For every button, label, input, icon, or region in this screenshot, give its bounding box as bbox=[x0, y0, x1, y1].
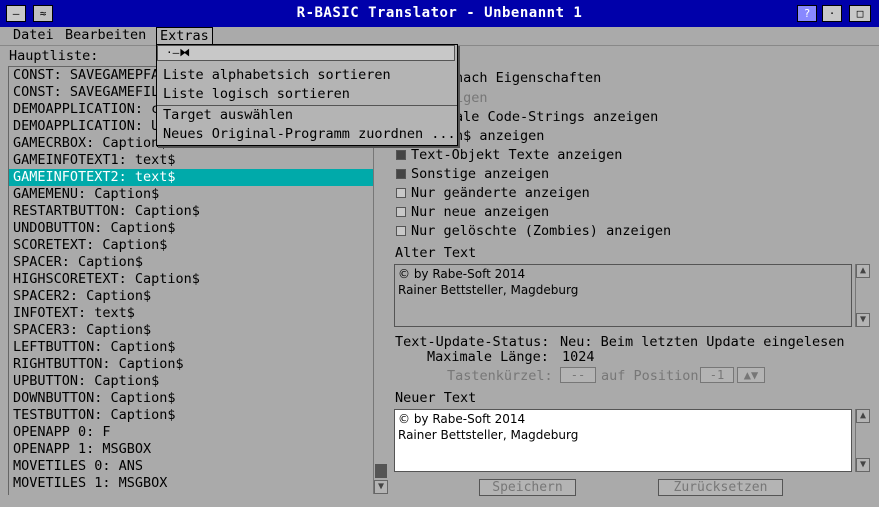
scroll-up-icon[interactable]: ▲ bbox=[856, 409, 870, 423]
window-title: R-BASIC Translator - Unbenannt 1 bbox=[296, 5, 583, 21]
option-hidden-2: igen bbox=[455, 90, 488, 106]
checkbox-unchecked-icon[interactable] bbox=[396, 188, 406, 198]
dropdown-pin-bar[interactable]: ·—⧓ bbox=[157, 45, 455, 61]
list-item[interactable]: MOVETILES 1: MSGBOX bbox=[9, 475, 373, 492]
neuer-text-label: Neuer Text bbox=[395, 390, 477, 406]
checkbox-geaenderte[interactable]: Nur geänderte anzeigen bbox=[396, 185, 590, 201]
minimize-icon[interactable]: · bbox=[822, 5, 842, 22]
option-strings[interactable]: n$ anzeigen bbox=[455, 128, 544, 144]
scroll-down-icon[interactable]: ▼ bbox=[856, 458, 870, 472]
maxlen-label: Maximale Länge: bbox=[427, 349, 549, 365]
list-item[interactable]: INFOTEXT: text$ bbox=[9, 305, 373, 322]
status-label: Text-Update-Status: bbox=[395, 334, 550, 350]
scroll-down-icon[interactable]: ▼ bbox=[374, 480, 388, 494]
scroll-down-icon[interactable]: ▼ bbox=[856, 313, 870, 327]
list-item[interactable]: UNDOBUTTON: Caption$ bbox=[9, 220, 373, 237]
checkbox-unchecked-icon[interactable] bbox=[396, 207, 406, 217]
list-item[interactable]: GAMEINFOTEXT1: text$ bbox=[9, 152, 373, 169]
menu-bearbeiten[interactable]: Bearbeiten bbox=[62, 27, 149, 45]
alter-text-label: Alter Text bbox=[395, 245, 477, 261]
neuer-text-box[interactable]: © by Rabe-Soft 2014 Rainer Bettsteller, … bbox=[394, 409, 852, 472]
checkbox-geloeschte[interactable]: Nur gelöschte (Zombies) anzeigen bbox=[396, 223, 671, 239]
list-item[interactable]: DOWNBUTTON: Caption$ bbox=[9, 390, 373, 407]
checkbox-checked-icon[interactable] bbox=[396, 150, 406, 160]
position-label: auf Position bbox=[601, 368, 699, 384]
list-item[interactable]: SPACER3: Caption$ bbox=[9, 322, 373, 339]
neuer-text-scrollbar[interactable]: ▲ ▼ bbox=[855, 409, 870, 472]
menu-item-sort-logic[interactable]: Liste logisch sortieren bbox=[163, 85, 350, 103]
list-item-selected[interactable]: GAMEINFOTEXT2: text$ bbox=[9, 169, 373, 186]
help-icon[interactable]: ? bbox=[797, 5, 817, 22]
tasten-label: Tastenkürzel: bbox=[447, 368, 553, 384]
list-item[interactable]: LEFTBUTTON: Caption$ bbox=[9, 339, 373, 356]
menu-datei[interactable]: Datei bbox=[10, 27, 57, 45]
list-item[interactable]: HIGHSCORETEXT: Caption$ bbox=[9, 271, 373, 288]
menu-item-target[interactable]: Target auswählen bbox=[163, 106, 293, 124]
list-item[interactable]: OPENAPP 0: F bbox=[9, 424, 373, 441]
checkbox-text-objekt[interactable]: Text-Objekt Texte anzeigen bbox=[396, 147, 622, 163]
position-spinner-icon[interactable]: ▲▼ bbox=[737, 367, 765, 383]
checkbox-checked-icon[interactable] bbox=[396, 169, 406, 179]
scroll-up-icon[interactable]: ▲ bbox=[856, 264, 870, 278]
alter-text-scrollbar[interactable]: ▲ ▼ bbox=[855, 264, 870, 327]
list-label: Hauptliste: bbox=[9, 48, 99, 64]
list-item[interactable]: UPBUTTON: Caption$ bbox=[9, 373, 373, 390]
checkbox-unchecked-icon[interactable] bbox=[396, 226, 406, 236]
tasten-input[interactable]: -- bbox=[560, 367, 596, 383]
option-code-strings[interactable]: ale Code-Strings anzeigen bbox=[455, 109, 658, 125]
save-button[interactable]: Speichern bbox=[479, 479, 576, 496]
list-item[interactable]: SPACER: Caption$ bbox=[9, 254, 373, 271]
scroll-thumb[interactable] bbox=[375, 464, 387, 478]
option-eigenschaften[interactable]: nach Eigenschaften bbox=[455, 70, 601, 86]
list-item[interactable]: SCORETEXT: Caption$ bbox=[9, 237, 373, 254]
menu-item-new-original[interactable]: Neues Original-Programm zuordnen ... bbox=[163, 125, 456, 143]
list-item[interactable]: TESTBUTTON: Caption$ bbox=[9, 407, 373, 424]
list-item[interactable]: SPACER2: Caption$ bbox=[9, 288, 373, 305]
maxlen-value: 1024 bbox=[562, 349, 595, 365]
status-value: Neu: Beim letzten Update eingelesen bbox=[560, 334, 845, 350]
list-item[interactable]: MOVETILES 0: ANS bbox=[9, 458, 373, 475]
list-item[interactable]: OPENAPP 1: MSGBOX bbox=[9, 441, 373, 458]
list-item[interactable]: RIGHTBUTTON: Caption$ bbox=[9, 356, 373, 373]
menu-item-sort-alpha[interactable]: Liste alphabetsich sortieren bbox=[163, 66, 391, 84]
checkbox-neue[interactable]: Nur neue anzeigen bbox=[396, 204, 549, 220]
maximize-icon[interactable]: □ bbox=[849, 5, 871, 22]
title-bar: — ≈ R-BASIC Translator - Unbenannt 1 ? ·… bbox=[0, 0, 879, 28]
alter-text-box: © by Rabe-Soft 2014 Rainer Bettsteller, … bbox=[394, 264, 852, 327]
pushpin-icon[interactable]: ·—⧓ bbox=[166, 46, 190, 60]
list-item[interactable]: RESTARTBUTTON: Caption$ bbox=[9, 203, 373, 220]
extras-dropdown: ·—⧓ Liste alphabetsich sortieren Liste l… bbox=[156, 44, 458, 146]
reset-button[interactable]: Zurücksetzen bbox=[658, 479, 783, 496]
list-item[interactable]: GAMEMENU: Caption$ bbox=[9, 186, 373, 203]
checkbox-sonstige[interactable]: Sonstige anzeigen bbox=[396, 166, 549, 182]
position-input[interactable]: -1 bbox=[700, 367, 734, 383]
